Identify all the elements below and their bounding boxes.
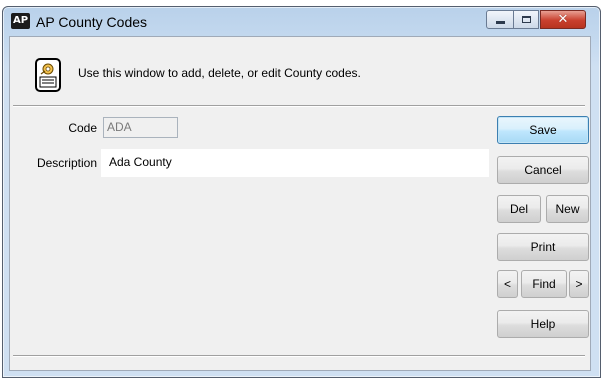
window-title: AP County Codes (36, 14, 148, 30)
header-separator (13, 105, 585, 107)
find-button[interactable]: Find (521, 270, 567, 298)
delete-button[interactable]: Del (497, 195, 541, 223)
description-label: Description (36, 156, 97, 170)
close-button[interactable]: ✕ (540, 10, 586, 29)
help-button[interactable]: Help (497, 310, 589, 338)
next-button[interactable]: > (569, 270, 589, 298)
save-button[interactable]: Save (497, 116, 589, 144)
new-button[interactable]: New (546, 195, 589, 223)
document-gear-icon (35, 58, 61, 92)
title-bar[interactable]: AP AP County Codes ✕ (3, 7, 600, 37)
maximize-button[interactable] (513, 10, 539, 29)
print-button[interactable]: Print (497, 233, 589, 261)
app-logo-icon: AP (11, 13, 30, 29)
footer-separator (13, 355, 585, 357)
description-field[interactable]: Ada County (101, 149, 489, 177)
minimize-icon (495, 21, 505, 24)
code-label: Code (68, 121, 97, 135)
info-text: Use this window to add, delete, or edit … (78, 66, 361, 80)
code-field[interactable]: ADA (103, 117, 178, 138)
cancel-button[interactable]: Cancel (497, 156, 589, 184)
minimize-button[interactable] (486, 10, 514, 29)
previous-button[interactable]: < (497, 270, 518, 298)
close-icon: ✕ (557, 12, 569, 27)
maximize-icon (521, 16, 531, 23)
